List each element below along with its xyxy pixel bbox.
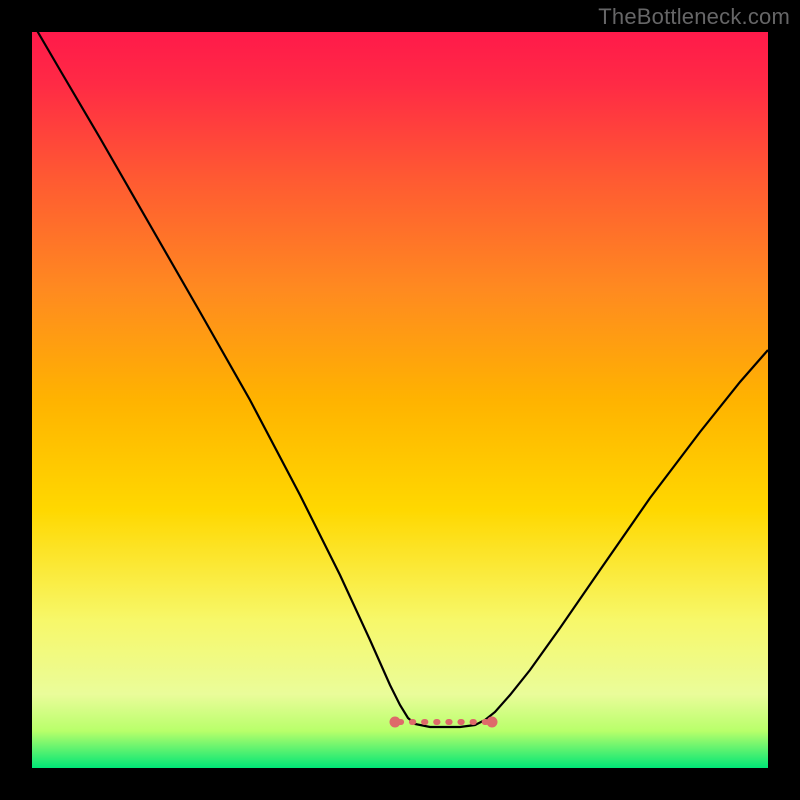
plot-svg	[0, 0, 800, 800]
watermark-text: TheBottleneck.com	[598, 4, 790, 30]
plot-container: TheBottleneck.com	[0, 0, 800, 800]
plot-background	[32, 32, 768, 768]
